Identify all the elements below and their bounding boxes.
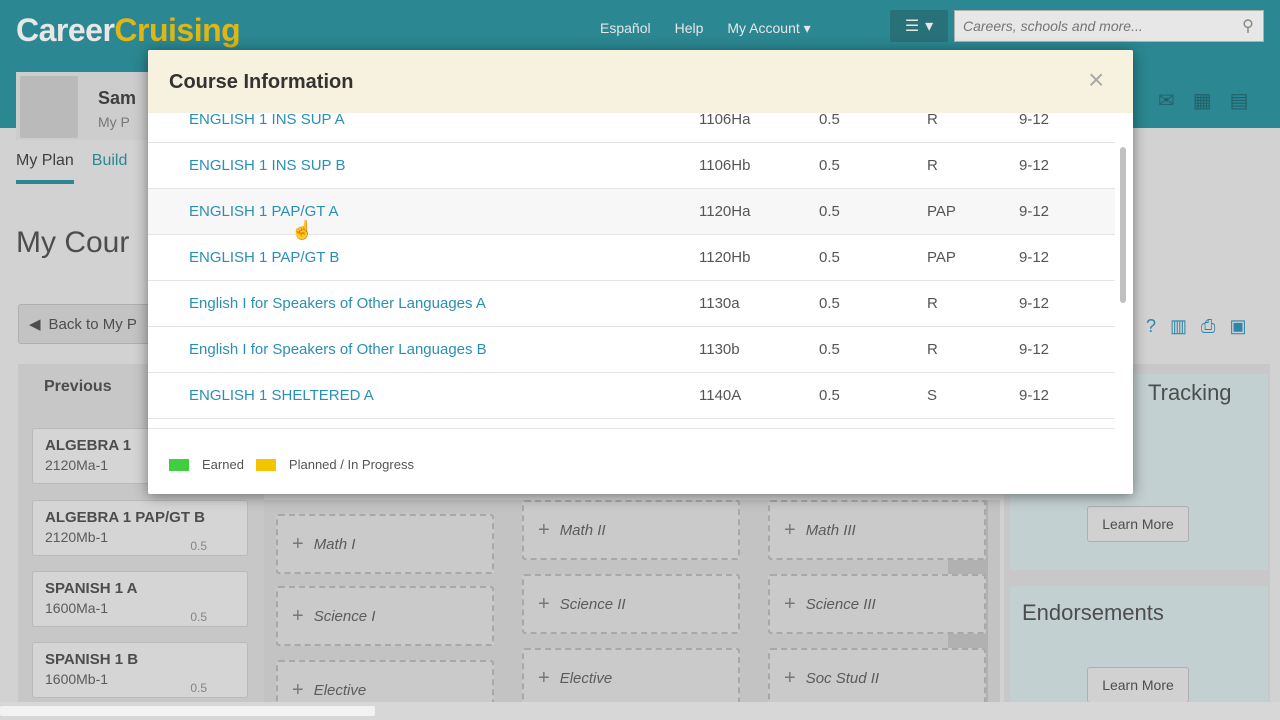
scrollbar-thumb[interactable]	[0, 706, 375, 716]
legend: Earned Planned / In Progress	[169, 457, 426, 472]
course-grades: 9-12	[1019, 387, 1050, 404]
table-row[interactable]: English I for Speakers of Other Language…	[148, 281, 1115, 327]
course-type: R	[927, 157, 938, 174]
course-credit: 0.5	[819, 295, 840, 312]
legend-label: Earned	[202, 457, 244, 472]
course-code: 1130a	[699, 295, 740, 312]
scrollbar-thumb[interactable]	[1120, 147, 1126, 303]
course-information-modal: Course Information × ENGLISH 1 INS SUP A…	[148, 50, 1133, 494]
table-row[interactable]: English I for Speakers of Other Language…	[148, 327, 1115, 373]
modal-header: Course Information ×	[148, 50, 1133, 113]
legend-item-earned: Earned	[169, 457, 244, 472]
course-credit: 0.5	[819, 341, 840, 358]
course-code: 1106Ha	[699, 113, 751, 128]
course-list[interactable]: ENGLISH 1 INS SUP A 1106Ha 0.5 R 9-12 EN…	[148, 113, 1115, 481]
hand-cursor-icon: ☝	[291, 220, 314, 240]
course-grades: 9-12	[1019, 157, 1050, 174]
course-link[interactable]: ENGLISH 1 INS SUP A	[189, 113, 345, 128]
table-row[interactable]: ENGLISH 1 INS SUP A 1106Ha 0.5 R 9-12	[148, 113, 1115, 143]
course-link[interactable]: ENGLISH 1 INS SUP B	[189, 157, 345, 174]
course-credit: 0.5	[819, 113, 840, 128]
course-grades: 9-12	[1019, 203, 1050, 220]
list-divider	[148, 419, 1115, 429]
legend-item-planned: Planned / In Progress	[255, 457, 414, 472]
course-type: PAP	[927, 249, 956, 266]
planned-swatch	[255, 458, 276, 471]
course-credit: 0.5	[819, 249, 840, 266]
course-type: R	[927, 295, 938, 312]
close-icon[interactable]: ×	[1088, 66, 1104, 94]
course-link[interactable]: ENGLISH 1 SHELTERED A	[189, 387, 374, 404]
course-type: R	[927, 113, 938, 128]
course-type: PAP	[927, 203, 956, 220]
course-link[interactable]: English I for Speakers of Other Language…	[189, 341, 487, 358]
modal-title: Course Information	[169, 71, 354, 93]
course-credit: 0.5	[819, 203, 840, 220]
table-row[interactable]: ENGLISH 1 SHELTERED A 1140A 0.5 S 9-12	[148, 373, 1115, 419]
course-grades: 9-12	[1019, 113, 1050, 128]
vertical-scrollbar[interactable]	[1116, 113, 1133, 430]
course-grades: 9-12	[1019, 295, 1050, 312]
earned-swatch	[169, 458, 189, 471]
course-credit: 0.5	[819, 387, 840, 404]
course-link[interactable]: English I for Speakers of Other Language…	[189, 295, 486, 312]
course-credit: 0.5	[819, 157, 840, 174]
course-code: 1120Hb	[699, 249, 751, 266]
table-row[interactable]: ENGLISH 1 PAP/GT B 1120Hb 0.5 PAP 9-12	[148, 235, 1115, 281]
horizontal-scrollbar[interactable]	[0, 702, 1280, 720]
course-grades: 9-12	[1019, 341, 1050, 358]
legend-label: Planned / In Progress	[288, 457, 414, 472]
course-type: R	[927, 341, 938, 358]
course-grades: 9-12	[1019, 249, 1050, 266]
table-row[interactable]: ENGLISH 1 INS SUP B 1106Hb 0.5 R 9-12	[148, 143, 1115, 189]
course-code: 1106Hb	[699, 157, 751, 174]
course-code: 1120Ha	[699, 203, 751, 220]
course-link[interactable]: ENGLISH 1 PAP/GT B	[189, 249, 339, 266]
course-code: 1140A	[699, 387, 742, 404]
course-code: 1130b	[699, 341, 740, 358]
course-type: S	[927, 387, 938, 404]
course-link[interactable]: ENGLISH 1 PAP/GT A	[189, 203, 339, 220]
